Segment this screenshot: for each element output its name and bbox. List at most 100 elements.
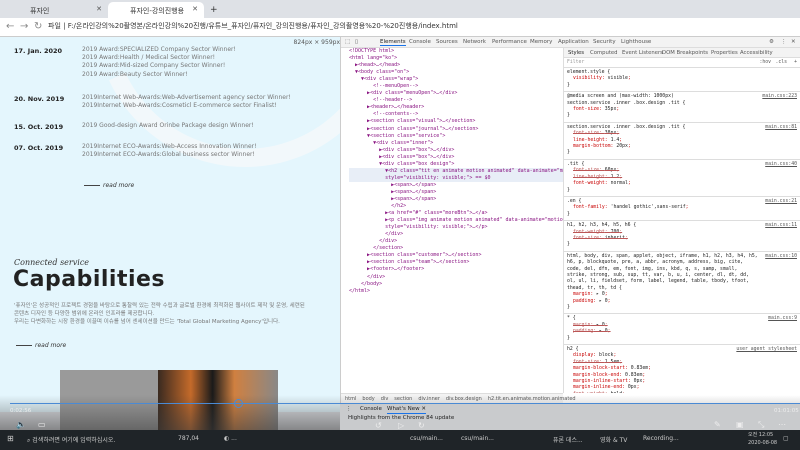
dom-node[interactable]: </div>: [349, 231, 563, 238]
dom-node[interactable]: <!--contents-->: [349, 111, 563, 118]
reload-icon[interactable]: ↻: [34, 21, 42, 32]
dom-node[interactable]: ▶<div class="box">…</div>: [349, 147, 563, 154]
rule-source-link[interactable]: main.css:81: [765, 125, 797, 131]
read-more-link[interactable]: read more: [16, 342, 66, 349]
close-icon[interactable]: ✕: [96, 5, 102, 13]
more-options-icon[interactable]: ⋯: [778, 421, 786, 429]
dom-node[interactable]: ▶<div class="box">…</div>: [349, 154, 563, 161]
rule-source-link[interactable]: user agent stylesheet: [736, 347, 797, 353]
drawer-menu-icon[interactable]: ⋮: [346, 406, 352, 413]
read-more-link[interactable]: read more: [84, 182, 134, 189]
video-scrubber-handle[interactable]: [233, 399, 243, 408]
dom-node[interactable]: ▶<div class="menuOpen">…</div>: [349, 90, 563, 97]
dom-node[interactable]: ▼<body class="on">: [349, 69, 563, 76]
taskbar-search[interactable]: ⌕ 검색하려면 여기에 입력하십시오.: [27, 435, 115, 445]
tab-2-active[interactable]: 퓨자인-강의진행용 ✕: [108, 2, 204, 18]
settings-gear-icon[interactable]: ⚙: [769, 39, 774, 45]
taskbar-clock[interactable]: 오전 12:05 2020-08-08: [748, 431, 777, 447]
video-progress-bar[interactable]: [10, 403, 800, 404]
dom-node[interactable]: <!--header-->: [349, 97, 563, 104]
dom-node[interactable]: ▶<section class="customer">…</section>: [349, 252, 563, 259]
tab-accessibility[interactable]: Accessibility: [740, 50, 773, 56]
dom-node[interactable]: ▶<span>…</span>: [349, 182, 563, 189]
tab-memory[interactable]: Memory: [530, 39, 552, 45]
dom-node[interactable]: ▼<div class="inner">: [349, 140, 563, 147]
dom-node[interactable]: <!DOCTYPE html>: [349, 48, 563, 55]
cls-toggle[interactable]: .cls: [775, 60, 787, 66]
tab-application[interactable]: Application: [558, 39, 589, 45]
more-icon[interactable]: ⋮: [781, 39, 787, 45]
taskbar-app[interactable]: 787,04: [178, 435, 199, 442]
forward-30-icon[interactable]: ↻: [418, 422, 425, 430]
dom-node[interactable]: <html lang="ko">: [349, 55, 563, 62]
subtitles-icon[interactable]: ▭: [38, 421, 46, 429]
notification-icon[interactable]: ▢: [783, 435, 789, 442]
dom-node[interactable]: ▼<h2 class="tit en animate motion animat…: [349, 167, 563, 175]
inspect-icon[interactable]: ⬚: [345, 39, 350, 45]
windows-start-icon[interactable]: ⊞: [7, 434, 14, 443]
exit-fullscreen-icon[interactable]: ⤡: [758, 421, 764, 429]
taskbar-app[interactable]: csu/main...: [410, 435, 443, 442]
tab-console[interactable]: Console: [409, 39, 431, 45]
drawer-tab-console[interactable]: Console: [360, 406, 382, 413]
dom-node[interactable]: </div>: [349, 238, 563, 245]
device-toolbar-icon[interactable]: ▯: [355, 39, 358, 45]
dom-node[interactable]: ▼<div class="wrap">: [349, 76, 563, 83]
rule-source-link[interactable]: main.css:9: [768, 316, 797, 322]
dom-node[interactable]: ▶<header>…</header>: [349, 104, 563, 111]
dom-node[interactable]: ▶<span>…</span>: [349, 196, 563, 203]
close-icon[interactable]: ✕: [192, 5, 198, 13]
forward-icon[interactable]: →: [20, 21, 28, 32]
new-tab-button[interactable]: +: [206, 1, 218, 17]
taskbar-app[interactable]: csu/main...: [461, 435, 494, 442]
tab-elements[interactable]: Elements: [380, 39, 406, 46]
dom-node[interactable]: ▶<section class="team">…</section>: [349, 259, 563, 266]
styles-filter-input[interactable]: Filter:hov .cls +: [564, 58, 800, 68]
dom-node[interactable]: ▼<div class="box design">: [349, 161, 563, 168]
dom-node[interactable]: </html>: [349, 288, 563, 295]
back-icon[interactable]: ←: [6, 21, 14, 32]
rewind-10-icon[interactable]: ↺: [375, 422, 382, 430]
close-devtools-icon[interactable]: ✕: [791, 39, 796, 45]
tab-dom-breakpoints[interactable]: DOM Breakpoints: [662, 50, 708, 56]
tab-styles[interactable]: Styles: [568, 50, 584, 56]
dom-node[interactable]: ▶<a href="#" class="moreBtn">…</a>: [349, 210, 563, 217]
dom-node[interactable]: ▶<section class="visual">…</section>: [349, 118, 563, 125]
tab-event-listeners[interactable]: Event Listeners: [622, 50, 663, 56]
dom-node[interactable]: </body>: [349, 281, 563, 288]
volume-icon[interactable]: 🔈: [16, 421, 26, 429]
taskbar-app-media[interactable]: ◐ ...: [224, 435, 237, 442]
rule-source-link[interactable]: main.css:223: [762, 94, 797, 100]
dom-node[interactable]: ▶<head>…</head>: [349, 62, 563, 69]
elements-tree[interactable]: <!DOCTYPE html> <html lang="ko"> ▶<head>……: [341, 48, 563, 393]
rule-source-link[interactable]: main.css:11: [765, 223, 797, 229]
play-icon[interactable]: ▷: [398, 422, 404, 430]
dom-node[interactable]: ▼<section class="service">: [349, 133, 563, 140]
rule-source-link[interactable]: main.css:40: [765, 162, 797, 168]
tab-lighthouse[interactable]: Lighthouse: [621, 39, 651, 45]
tab-1[interactable]: 퓨자인 ✕: [8, 2, 108, 18]
url-field[interactable]: 파일 | F:/온라인강의%20촬영본/온라인강의%20진행/유튜브_퓨자인/퓨…: [48, 21, 458, 31]
tab-network[interactable]: Network: [463, 39, 486, 45]
drawer-tab-whats-new[interactable]: What's New ✕: [387, 406, 426, 414]
rule-source-link[interactable]: main.css:10: [765, 254, 797, 260]
mini-view-icon[interactable]: ▣: [736, 421, 744, 429]
dom-node[interactable]: </h2>: [349, 203, 563, 210]
taskbar-app[interactable]: Recording...: [643, 435, 679, 442]
tab-performance[interactable]: Performance: [492, 39, 527, 45]
tab-properties[interactable]: Properties: [711, 50, 738, 56]
tab-security[interactable]: Security: [593, 39, 616, 45]
dom-node[interactable]: style="visibility: visible;"> == $0: [349, 174, 563, 182]
hov-toggle[interactable]: :hov: [759, 60, 771, 66]
dom-node[interactable]: ▶<section class="journal">…</section>: [349, 126, 563, 133]
rule-source-link[interactable]: main.css:21: [765, 199, 797, 205]
dom-node[interactable]: ▶<p class="img animate motion animated" …: [349, 217, 563, 224]
tab-computed[interactable]: Computed: [590, 50, 618, 56]
taskbar-app[interactable]: 퓨론 데스...: [553, 435, 583, 444]
dom-node[interactable]: </section>: [349, 245, 563, 252]
add-rule-icon[interactable]: +: [794, 60, 797, 66]
dom-node[interactable]: ▶<span>…</span>: [349, 189, 563, 196]
style-property[interactable]: font-weight: bold;: [567, 392, 798, 393]
tab-sources[interactable]: Sources: [436, 39, 458, 45]
dom-node[interactable]: style="visibility: visible;">…</p>: [349, 224, 563, 231]
